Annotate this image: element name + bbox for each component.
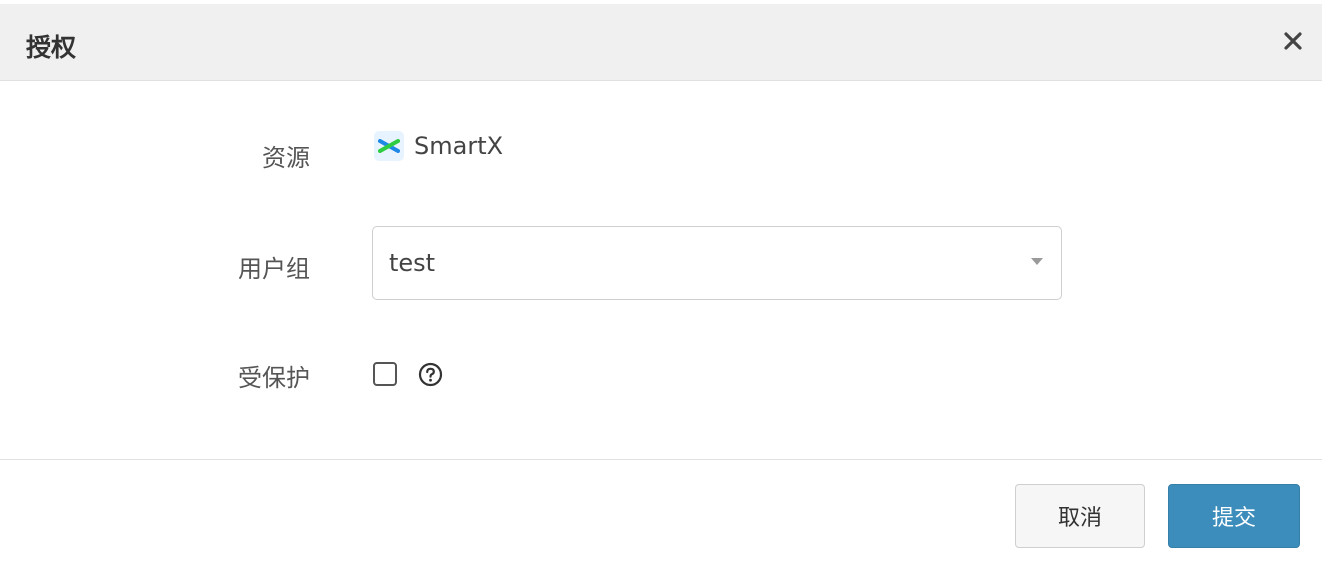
footer-divider — [0, 459, 1322, 460]
close-button[interactable] — [1278, 26, 1308, 56]
dialog-header: 授权 — [0, 4, 1322, 81]
resource-label: 资源 — [262, 144, 310, 172]
authorize-dialog: 授权 资源 SmartX 用户组 test 受保护 取消 提交 — [0, 0, 1322, 571]
user-group-selected-value: test — [389, 249, 436, 277]
user-group-select[interactable]: test — [372, 226, 1062, 300]
protected-checkbox[interactable] — [373, 362, 397, 386]
dialog-title: 授权 — [26, 33, 77, 62]
protected-label: 受保护 — [238, 364, 310, 392]
close-icon — [1284, 32, 1302, 50]
resource-name: SmartX — [414, 132, 504, 160]
submit-button[interactable]: 提交 — [1168, 484, 1300, 548]
help-circle-icon[interactable] — [418, 362, 443, 387]
caret-down-icon — [1031, 258, 1043, 265]
cancel-button[interactable]: 取消 — [1015, 484, 1145, 548]
resource-value: SmartX — [374, 131, 503, 161]
user-group-label: 用户组 — [238, 255, 310, 283]
smartx-logo-icon — [374, 131, 404, 161]
